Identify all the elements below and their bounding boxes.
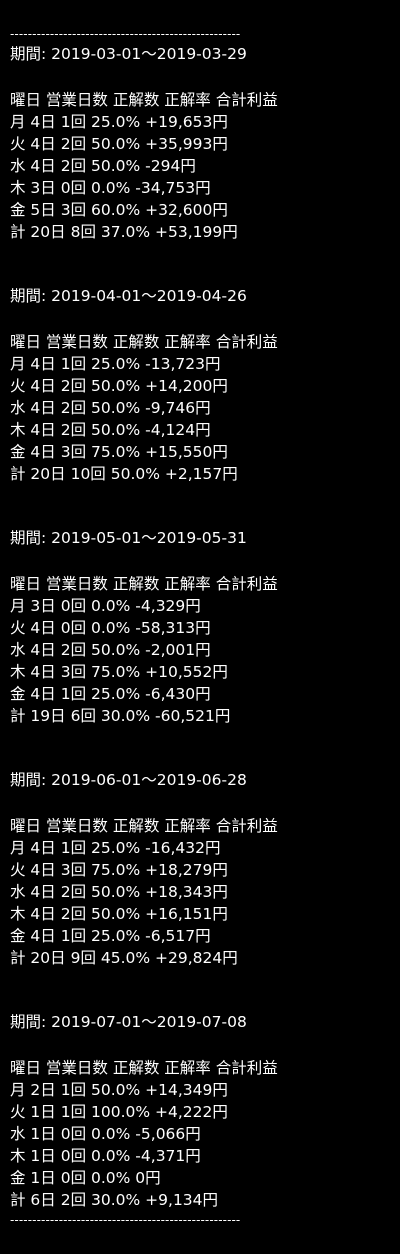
- row-mon: 月 2日 1回 50.0% +14,349円: [10, 1081, 228, 1099]
- period-title: 期間: 2019-05-01～2019-05-31: [10, 529, 247, 547]
- row-wed: 水 4日 2回 50.0% -2,001円: [10, 641, 211, 659]
- row-wed: 水 4日 2回 50.0% -294円: [10, 157, 196, 175]
- row-fri: 金 1日 0回 0.0% 0円: [10, 1169, 161, 1187]
- row-mon: 月 4日 1回 25.0% -16,432円: [10, 839, 221, 857]
- row-tue: 火 4日 2回 50.0% +14,200円: [10, 377, 228, 395]
- column-header: 曜日 営業日数 正解数 正解率 合計利益: [10, 333, 278, 351]
- period-title: 期間: 2019-07-01～2019-07-08: [10, 1013, 247, 1031]
- report-page: ----------------------------------------…: [0, 0, 400, 1254]
- row-mon: 月 4日 1回 25.0% +19,653円: [10, 113, 228, 131]
- row-total: 計 19日 6回 30.0% -60,521円: [10, 707, 231, 725]
- column-header: 曜日 営業日数 正解数 正解率 合計利益: [10, 1059, 278, 1077]
- row-total: 計 20日 10回 50.0% +2,157円: [10, 465, 238, 483]
- row-mon: 月 3日 0回 0.0% -4,329円: [10, 597, 201, 615]
- row-wed: 水 4日 2回 50.0% +18,343円: [10, 883, 228, 901]
- row-thu: 木 3日 0回 0.0% -34,753円: [10, 179, 211, 197]
- column-header: 曜日 営業日数 正解数 正解率 合計利益: [10, 575, 278, 593]
- row-wed: 水 4日 2回 50.0% -9,746円: [10, 399, 211, 417]
- top-separator: ----------------------------------------…: [10, 27, 241, 41]
- period-title: 期間: 2019-04-01～2019-04-26: [10, 287, 247, 305]
- row-fri: 金 4日 1回 25.0% -6,517円: [10, 927, 211, 945]
- column-header: 曜日 営業日数 正解数 正解率 合計利益: [10, 91, 278, 109]
- row-tue: 火 1日 1回 100.0% +4,222円: [10, 1103, 228, 1121]
- row-fri: 金 5日 3回 60.0% +32,600円: [10, 201, 228, 219]
- bottom-separator: ----------------------------------------…: [10, 1213, 241, 1227]
- row-thu: 木 4日 2回 50.0% +16,151円: [10, 905, 228, 923]
- period-title: 期間: 2019-03-01～2019-03-29: [10, 45, 247, 63]
- row-thu: 木 4日 3回 75.0% +10,552円: [10, 663, 228, 681]
- row-total: 計 6日 2回 30.0% +9,134円: [10, 1191, 219, 1209]
- row-wed: 水 1日 0回 0.0% -5,066円: [10, 1125, 201, 1143]
- row-total: 計 20日 8回 37.0% +53,199円: [10, 223, 238, 241]
- row-fri: 金 4日 3回 75.0% +15,550円: [10, 443, 228, 461]
- row-tue: 火 4日 2回 50.0% +35,993円: [10, 135, 228, 153]
- row-thu: 木 4日 2回 50.0% -4,124円: [10, 421, 211, 439]
- row-tue: 火 4日 3回 75.0% +18,279円: [10, 861, 228, 879]
- row-fri: 金 4日 1回 25.0% -6,430円: [10, 685, 211, 703]
- column-header: 曜日 営業日数 正解数 正解率 合計利益: [10, 817, 278, 835]
- row-thu: 木 1日 0回 0.0% -4,371円: [10, 1147, 201, 1165]
- row-mon: 月 4日 1回 25.0% -13,723円: [10, 355, 221, 373]
- period-title: 期間: 2019-06-01～2019-06-28: [10, 771, 247, 789]
- row-total: 計 20日 9回 45.0% +29,824円: [10, 949, 238, 967]
- row-tue: 火 4日 0回 0.0% -58,313円: [10, 619, 211, 637]
